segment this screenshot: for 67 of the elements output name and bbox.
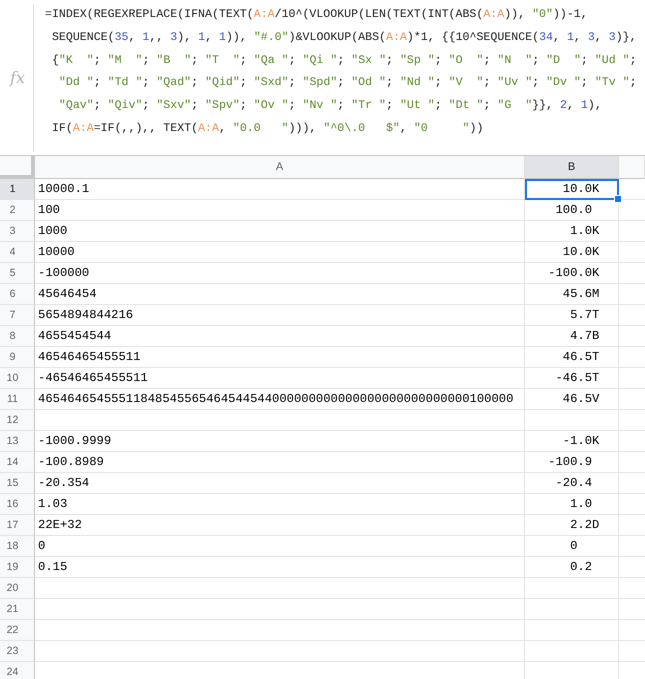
column-header[interactable]: A xyxy=(35,156,525,179)
table-cell[interactable]: -100000 xyxy=(35,263,525,284)
row-header[interactable]: 4 xyxy=(0,242,35,263)
table-cell[interactable]: -100.8989 xyxy=(35,452,525,473)
table-cell[interactable]: 0.15 xyxy=(35,557,525,578)
row-header[interactable]: 12 xyxy=(0,410,35,431)
row-header[interactable]: 15 xyxy=(0,473,35,494)
table-cell[interactable]: 1000 xyxy=(35,221,525,242)
row-header[interactable]: 2 xyxy=(0,200,35,221)
table-cell[interactable]: 10.0K xyxy=(525,179,619,200)
table-cell[interactable]: 4655454544 xyxy=(35,326,525,347)
table-cell[interactable]: 5.7T xyxy=(525,305,619,326)
table-cell[interactable]: 46546465455511848545565464544544000000000000000000000000000100000 xyxy=(35,389,525,410)
row-header[interactable]: 19 xyxy=(0,557,35,578)
table-cell[interactable]: 1.0 xyxy=(525,494,619,515)
table-cell[interactable]: 1.03 xyxy=(35,494,525,515)
table-cell[interactable]: -46.5T xyxy=(525,368,619,389)
table-cell[interactable]: -20.354 xyxy=(35,473,525,494)
table-cell[interactable]: 100.0 xyxy=(525,200,619,221)
table-cell[interactable]: 5654894844216 xyxy=(35,305,525,326)
table-cell[interactable]: 10.0K xyxy=(525,242,619,263)
table-cell[interactable]: 4.7B xyxy=(525,326,619,347)
table-cell[interactable]: 0 xyxy=(525,536,619,557)
row-header[interactable]: 13 xyxy=(0,431,35,452)
table-cell[interactable]: -100.9 xyxy=(525,452,619,473)
table-cell[interactable]: -20.4 xyxy=(525,473,619,494)
row-header[interactable]: 5 xyxy=(0,263,35,284)
row-header[interactable]: 22 xyxy=(0,620,35,641)
table-cell[interactable]: -100.0K xyxy=(525,263,619,284)
row-header[interactable]: 6 xyxy=(0,284,35,305)
table-cell[interactable]: 45646454 xyxy=(35,284,525,305)
table-cell[interactable]: 10000.1 xyxy=(35,179,525,200)
column-header[interactable] xyxy=(619,156,645,179)
table-cell[interactable]: -46546465455511 xyxy=(35,368,525,389)
row-header[interactable]: 17 xyxy=(0,515,35,536)
select-all-corner[interactable] xyxy=(0,156,35,179)
table-cell[interactable]: 1.0K xyxy=(525,221,619,242)
row-header[interactable]: 3 xyxy=(0,221,35,242)
row-header[interactable]: 7 xyxy=(0,305,35,326)
row-header[interactable]: 18 xyxy=(0,536,35,557)
function-label: fx xyxy=(8,68,25,87)
row-header[interactable]: 8 xyxy=(0,326,35,347)
row-header[interactable]: 24 xyxy=(0,662,35,679)
table-cell[interactable]: -1000.9999 xyxy=(35,431,525,452)
table-cell[interactable]: 10000 xyxy=(35,242,525,263)
row-header[interactable]: 23 xyxy=(0,641,35,662)
table-cell[interactable]: 46.5V xyxy=(525,389,619,410)
table-cell[interactable]: 45.6M xyxy=(525,284,619,305)
formula-input[interactable]: =INDEX(REGEXREPLACE(IFNA(TEXT(A:A/10^(VLOOKUP(LEN(TEXT(INT(ABS(A:A)), "0"))-1, SEQUENCE(35, 1,, 3), 1, 1)), "#.0")&VLOOKUP(ABS(A:A)*1, {{10^SEQUENCE(34, 1, 3, 3)}, {"K "; "M "; "B "; "T "; "Qa "; "Qi "; "Sx "; "Sp "; "O "; "N "; "D "; "Ud "; "Dd "; "Td "; "Qad"; "Qid"; "Sxd"; "Spd"; "Od "; "Nd "; "V "; "Uv "; "Dv "; "Tv "; "Qav"; "Qiv"; "Sxv"; "Spv"; "Ov "; "Nv "; "Tr "; "Ut "; "Dt "; "G "}}, 2, 1), IF(A:A=IF(,,),, TEXT(A:A, "0.0 "))), "^0\.0 $", "0 ")) xyxy=(33,4,645,152)
column-header[interactable]: B xyxy=(525,156,619,179)
table-cell[interactable]: 0 xyxy=(35,536,525,557)
row-header[interactable]: 1 xyxy=(0,179,35,200)
table-cell[interactable]: -1.0K xyxy=(525,431,619,452)
table-cell[interactable]: 100 xyxy=(35,200,525,221)
row-header[interactable]: 20 xyxy=(0,578,35,599)
row-header[interactable]: 14 xyxy=(0,452,35,473)
table-cell[interactable]: 46.5T xyxy=(525,347,619,368)
table-cell[interactable]: 46546465455511 xyxy=(35,347,525,368)
table-cell[interactable]: 2.2D xyxy=(525,515,619,536)
row-header[interactable]: 9 xyxy=(0,347,35,368)
table-cell[interactable]: 22E+32 xyxy=(35,515,525,536)
row-header[interactable]: 10 xyxy=(0,368,35,389)
fill-handle[interactable] xyxy=(614,195,622,203)
row-header[interactable]: 16 xyxy=(0,494,35,515)
table-cell[interactable]: 0.2 xyxy=(525,557,619,578)
row-header[interactable]: 11 xyxy=(0,389,35,410)
row-header[interactable]: 21 xyxy=(0,599,35,620)
